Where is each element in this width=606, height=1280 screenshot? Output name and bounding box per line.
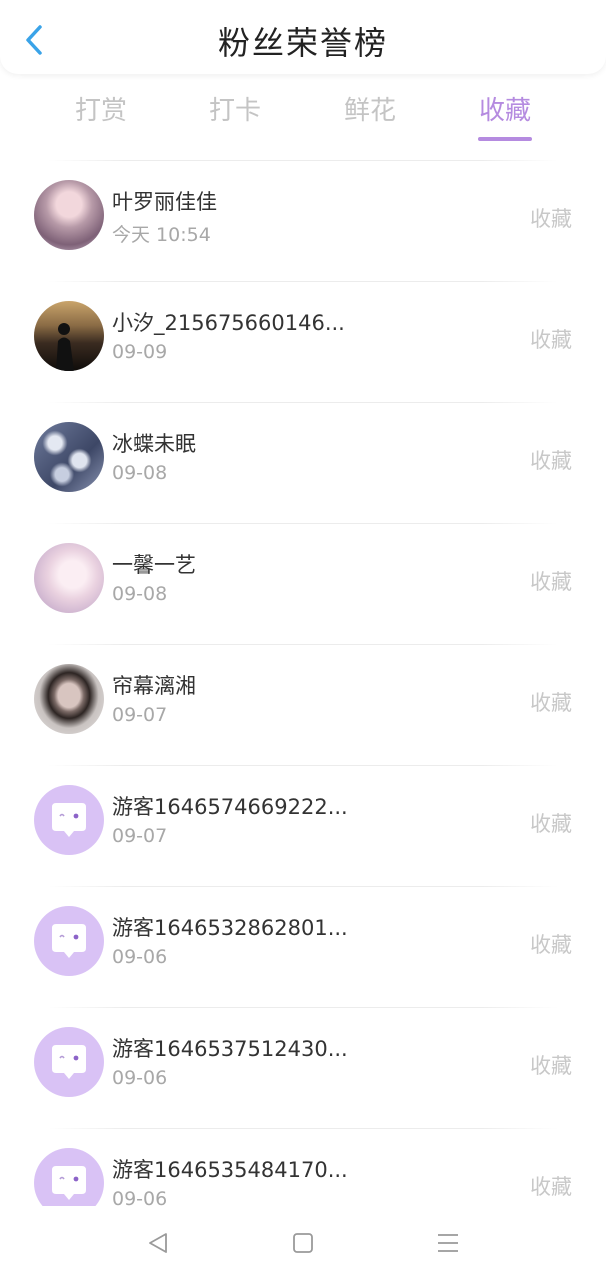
tab-checkin[interactable]: 打卡 xyxy=(180,90,290,127)
fan-name: 叶罗丽佳佳 xyxy=(112,190,217,214)
list-item[interactable]: 游客1646532862801... 09-06 收藏 xyxy=(0,876,606,997)
fan-time: 09-09 xyxy=(112,341,168,363)
fan-name: 游客1646574669222... xyxy=(112,795,348,819)
fan-name: 游客1646537512430... xyxy=(112,1037,348,1061)
action-label: 收藏 xyxy=(530,1175,572,1199)
fan-name: 游客1646532862801... xyxy=(112,916,348,940)
guest-chat-bubble-icon xyxy=(52,1045,86,1079)
fan-time: 09-06 xyxy=(112,946,168,968)
avatar[interactable] xyxy=(34,180,104,250)
tab-tip[interactable]: 打赏 xyxy=(46,90,156,127)
fan-name: 游客1646535484170... xyxy=(112,1158,348,1182)
list-item[interactable]: 游客1646537512430... 09-06 收藏 xyxy=(0,997,606,1118)
action-label: 收藏 xyxy=(530,449,572,473)
action-label: 收藏 xyxy=(530,570,572,594)
divider xyxy=(48,160,558,161)
divider xyxy=(48,765,558,766)
list-item[interactable]: 小汐_215675660146... 09-09 收藏 xyxy=(0,271,606,392)
fan-name: 小汐_215675660146... xyxy=(112,311,345,335)
fan-time: 09-06 xyxy=(112,1067,168,1089)
list-item[interactable]: 叶罗丽佳佳 今天 10:54 收藏 xyxy=(0,150,606,271)
list-item[interactable]: 一馨一艺 09-08 收藏 xyxy=(0,513,606,634)
list-item[interactable]: 帘幕漓湘 09-07 收藏 xyxy=(0,634,606,755)
tab-bar: 打赏 打卡 鲜花 收藏 xyxy=(0,86,606,146)
nav-menu-button[interactable] xyxy=(428,1228,468,1258)
tab-flowers[interactable]: 鲜花 xyxy=(315,90,425,127)
title-bar: 粉丝荣誉榜 xyxy=(0,0,606,74)
list-item[interactable]: 冰蝶未眠 09-08 收藏 xyxy=(0,392,606,513)
avatar[interactable] xyxy=(34,785,104,855)
fan-time: 今天 10:54 xyxy=(112,224,211,246)
nav-back-button[interactable] xyxy=(138,1228,178,1258)
fan-time: 09-08 xyxy=(112,462,168,484)
system-nav-bar xyxy=(0,1206,606,1280)
avatar[interactable] xyxy=(34,301,104,371)
page-title: 粉丝荣誉榜 xyxy=(217,24,388,62)
divider xyxy=(48,644,558,645)
divider xyxy=(48,1128,558,1129)
fan-list: 叶罗丽佳佳 今天 10:54 收藏 小汐_215675660146... 09-… xyxy=(0,150,606,1239)
action-label: 收藏 xyxy=(530,691,572,715)
divider xyxy=(48,886,558,887)
action-label: 收藏 xyxy=(530,328,572,352)
list-item[interactable]: 游客1646574669222... 09-07 收藏 xyxy=(0,755,606,876)
tab-favorite-label: 收藏 xyxy=(478,96,531,126)
fan-name: 一馨一艺 xyxy=(112,553,196,577)
divider xyxy=(48,1007,558,1008)
avatar[interactable] xyxy=(34,422,104,492)
action-label: 收藏 xyxy=(530,812,572,836)
divider xyxy=(48,402,558,403)
fan-time: 09-07 xyxy=(112,825,168,847)
nav-home-button[interactable] xyxy=(283,1228,323,1258)
avatar[interactable] xyxy=(34,664,104,734)
guest-chat-bubble-icon xyxy=(52,803,86,837)
fan-name: 帘幕漓湘 xyxy=(112,674,196,698)
action-label: 收藏 xyxy=(530,933,572,957)
fan-time: 09-07 xyxy=(112,704,168,726)
guest-chat-bubble-icon xyxy=(52,924,86,958)
back-triangle-icon xyxy=(149,1233,167,1253)
avatar[interactable] xyxy=(34,906,104,976)
action-label: 收藏 xyxy=(530,207,572,231)
avatar[interactable] xyxy=(34,543,104,613)
home-square-icon xyxy=(293,1233,313,1253)
divider xyxy=(48,281,558,282)
divider xyxy=(48,523,558,524)
silhouette-shape xyxy=(56,323,74,371)
fan-time: 09-08 xyxy=(112,583,168,605)
active-tab-indicator xyxy=(478,137,532,141)
action-label: 收藏 xyxy=(530,1054,572,1078)
menu-lines-icon xyxy=(438,1234,458,1252)
tab-favorite[interactable]: 收藏 xyxy=(450,90,560,141)
avatar[interactable] xyxy=(34,1027,104,1097)
fan-name: 冰蝶未眠 xyxy=(112,432,196,456)
